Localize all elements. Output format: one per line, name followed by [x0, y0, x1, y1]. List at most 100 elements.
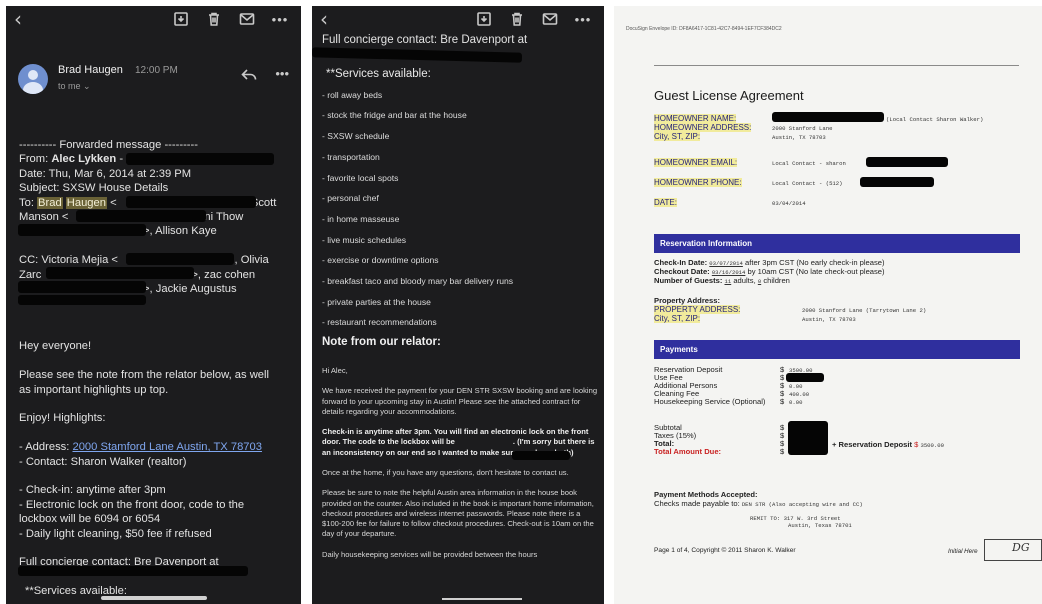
redaction [76, 210, 206, 222]
lock-line-1: - Electronic lock on the front door, cod… [19, 498, 245, 511]
phone-label: HOMEOWNER PHONE: [654, 178, 742, 187]
property-city-label: City, ST, ZIP: [654, 314, 701, 323]
mail-icon[interactable] [537, 9, 563, 29]
lock-line-2: lockbox will be 6094 or 6054 [19, 513, 161, 526]
email-panel-1: ‹ ••• Brad Haugen 12:00 PM to me ⌄ ••• -… [6, 6, 301, 604]
trash-icon[interactable] [504, 9, 530, 29]
address-link[interactable]: 2000 Stamford Lane Austin, TX 78703 [72, 441, 262, 453]
redaction [126, 153, 274, 165]
greeting: Hey everyone! [19, 340, 92, 353]
email-toolbar: ‹ ••• [6, 6, 301, 32]
intro-line-1: Please see the note from the relator bel… [19, 369, 269, 382]
sender-name: Brad Haugen [58, 64, 123, 76]
list-item: - favorite local spots [322, 172, 399, 183]
guests-row: Number of Guests: 11 adults, 0 children [654, 276, 790, 285]
checkin-row: Check-In Date: 03/07/2014 after 3pm CST … [654, 258, 885, 267]
sender-header: Brad Haugen 12:00 PM to me ⌄ ••• [18, 62, 291, 96]
total-due-label: Total Amount Due: [654, 447, 722, 456]
property-address-label: PROPERTY ADDRESS: [654, 305, 741, 314]
reservation-header: Reservation Information [654, 234, 1020, 253]
list-item: - stock the fridge and bar at the house [322, 110, 467, 121]
message-more-icon[interactable]: ••• [275, 66, 289, 81]
phone-value: Local Contact - (512) [772, 180, 843, 187]
document-title: Guest License Agreement [654, 88, 804, 103]
property-city-value: Austin, TX 78703 [802, 316, 856, 323]
list-item: - roll away beds [322, 89, 383, 100]
property-label: Property Address: [654, 296, 720, 305]
concierge-line: Full concierge contact: Bre Davenport at [322, 34, 528, 46]
address-line: - Address: 2000 Stamford Lane Austin, TX… [19, 441, 262, 454]
note-paragraph: Once at the home, if you have any questi… [322, 467, 569, 477]
housekeeping-label: Housekeeping Service (Optional) [654, 397, 766, 406]
currency-symbol: $ [780, 397, 785, 406]
homeowner-address-label: HOMEOWNER ADDRESS: [654, 123, 752, 132]
intro-line-2: as important highlights up top. [19, 383, 169, 396]
highlights-heading: Enjoy! Highlights: [19, 412, 106, 425]
cleaning-line: - Daily light cleaning, $50 fee if refus… [19, 527, 212, 540]
contact-line: - Contact: Sharon Walker (realtor) [19, 455, 187, 468]
trash-icon[interactable] [201, 9, 227, 29]
note-greeting: Hi Alec, [322, 366, 348, 375]
archive-icon[interactable] [471, 9, 497, 29]
reply-icon[interactable] [241, 68, 257, 82]
redaction [512, 451, 570, 460]
more-options-icon[interactable]: ••• [267, 9, 293, 29]
cleaning-fee-value: 400.00 [789, 391, 810, 398]
back-icon[interactable]: ‹ [14, 9, 38, 29]
realtor-note: Hi Alec, We have received the payment fo… [322, 366, 598, 570]
list-item: - personal chef [322, 193, 379, 204]
redaction [18, 566, 248, 576]
services-heading: **Services available: [326, 68, 431, 80]
city-label: City, ST, ZIP: [654, 132, 701, 141]
redaction [866, 157, 948, 167]
forwarded-line: ---------- Forwarded message --------- [19, 139, 198, 151]
list-item: - in home masseuse [322, 213, 400, 224]
homeowner-name-label: HOMEOWNER NAME: [654, 114, 737, 123]
avatar [18, 64, 48, 94]
scroll-indicator [442, 598, 522, 600]
remit-line-2: Austin, Texas 78701 [788, 522, 852, 529]
email-toolbar: ‹ ••• [312, 6, 604, 32]
date-line: Date: Thu, Mar 6, 2014 at 2:39 PM [19, 167, 192, 180]
envelope-id: DocuSign Envelope ID: DF8A6417-1C81-42C7… [626, 26, 782, 32]
redaction [18, 281, 146, 293]
handwritten-initials: DG [1012, 541, 1030, 554]
date-value: 03/04/2014 [772, 200, 806, 207]
remit-line-1: REMIT TO: 317 W. 3rd Street [750, 515, 841, 522]
contract-document: DocuSign Envelope ID: DF8A6417-1C81-42C7… [614, 6, 1042, 604]
archive-icon[interactable] [168, 9, 194, 29]
note-paragraph: Daily housekeeping services will be prov… [322, 549, 538, 559]
recipient-toggle[interactable]: to me ⌄ [58, 81, 91, 92]
note-paragraph: Please be sure to note the helpful Austi… [322, 488, 594, 539]
redaction [860, 177, 934, 187]
payment-methods-heading: Payment Methods Accepted: [654, 490, 758, 499]
subject-line: Subject: SXSW House Details [19, 182, 169, 195]
redaction [18, 224, 146, 236]
list-item: - private parties at the house [322, 296, 431, 307]
property-address-value: 2000 Stanford Lane (Tarrytown Lane 2) [802, 307, 927, 314]
sent-time: 12:00 PM [135, 65, 178, 76]
list-item: - transportation [322, 151, 380, 162]
plus-deposit: + Reservation Deposit $ 3500.00 [832, 440, 944, 449]
payments-header: Payments [654, 340, 1020, 359]
more-options-icon[interactable]: ••• [570, 9, 596, 29]
redaction [788, 421, 828, 455]
redaction [46, 267, 194, 279]
divider [654, 65, 1019, 66]
checkin-line: - Check-in: anytime after 3pm [19, 484, 166, 497]
mail-icon[interactable] [234, 9, 260, 29]
back-icon[interactable]: ‹ [320, 9, 344, 29]
list-item: - restaurant recommendations [322, 317, 437, 328]
email-label: HOMEOWNER EMAIL: [654, 158, 738, 167]
currency-symbol: $ [780, 447, 785, 456]
email-panel-2: ‹ ••• Full concierge contact: Bre Davenp… [312, 6, 604, 604]
redaction [126, 196, 256, 208]
services-list: **Services available: - roll away beds -… [322, 64, 600, 333]
housekeeping-value: 0.00 [789, 399, 803, 406]
list-item: - breakfast taco and bloody mary bar del… [322, 276, 514, 287]
note-paragraph: We have received the payment for your DE… [322, 386, 598, 416]
additional-persons-value: 0.00 [789, 383, 803, 390]
redaction [772, 112, 884, 122]
local-contact: (Local Contact Sharon Walker) [886, 116, 984, 123]
email-value: Local Contact - sharon [772, 160, 846, 167]
